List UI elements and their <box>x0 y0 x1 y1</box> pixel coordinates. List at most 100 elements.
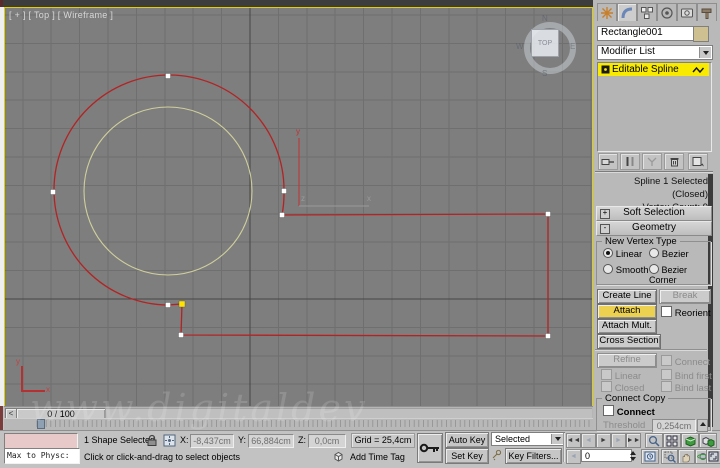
current-frame-field[interactable]: 0 <box>581 449 632 462</box>
configure-modifier-sets-button[interactable] <box>688 153 708 170</box>
viewcube-west-label[interactable]: W <box>516 42 524 51</box>
object-color-swatch[interactable] <box>693 26 709 42</box>
reorient-checkbox[interactable]: Reorient <box>661 306 711 319</box>
tab-modify[interactable] <box>617 3 637 21</box>
attach-button[interactable]: Attach <box>597 304 657 319</box>
maximize-viewport-toggle-button[interactable] <box>706 449 720 464</box>
y-coord-field[interactable]: 66,884cm <box>248 434 294 448</box>
key-mode-toggle-button[interactable]: ◄ <box>566 449 581 464</box>
refine-button[interactable]: Refine <box>597 353 657 368</box>
show-end-result-button[interactable] <box>620 153 640 170</box>
zoom-button[interactable] <box>645 433 663 448</box>
tab-motion[interactable] <box>657 3 677 21</box>
viewcube-south-label[interactable]: S <box>542 69 547 78</box>
z-coord-field[interactable]: 0,0cm <box>308 434 346 448</box>
viewcube-north-label[interactable]: N <box>542 14 548 23</box>
macro-recorder-pane[interactable] <box>4 433 78 449</box>
tab-create[interactable] <box>597 3 617 21</box>
maxscript-listener-pane[interactable]: Max to Physc: <box>4 448 80 464</box>
group-legend: New Vertex Type <box>602 236 680 247</box>
checkbox-icon[interactable] <box>601 381 612 392</box>
prompt-line: Click or click-and-drag to select object… <box>84 452 241 462</box>
stack-item-label: Editable Spline <box>612 64 679 75</box>
checkbox-icon[interactable] <box>603 405 614 416</box>
viewcube[interactable]: N S W E TOP <box>516 14 582 80</box>
isolate-cube-icon[interactable] <box>332 450 345 463</box>
connect-copy-checkbox[interactable]: Connect <box>603 405 655 418</box>
radio-linear[interactable]: Linear <box>603 248 642 260</box>
viewcube-top-face[interactable]: TOP <box>531 29 559 57</box>
attach-mult-button[interactable]: Attach Mult. <box>597 319 657 334</box>
rollout-geometry[interactable]: - Geometry <box>596 221 712 236</box>
go-to-start-button[interactable]: ◄◄ <box>566 433 581 448</box>
radio-icon[interactable] <box>649 248 659 258</box>
auto-key-button[interactable]: Auto Key <box>445 432 489 448</box>
threshold-field[interactable]: 0,254cm <box>652 419 696 433</box>
checkbox-icon[interactable] <box>661 306 672 317</box>
key-filters-button[interactable]: Key Filters... <box>505 448 562 464</box>
go-to-end-button[interactable]: ►► <box>626 433 641 448</box>
display-icon <box>681 8 693 17</box>
cross-section-button[interactable]: Cross Section <box>597 334 661 349</box>
checkbox-icon[interactable] <box>601 369 612 380</box>
selection-filter-dropdown[interactable]: Selected <box>491 432 565 446</box>
break-button[interactable]: Break <box>659 289 711 304</box>
rollout-soft-selection[interactable]: + Soft Selection <box>596 206 712 221</box>
key-filters-icon[interactable] <box>491 449 503 461</box>
viewcube-east-label[interactable]: E <box>570 42 575 51</box>
modifier-stack[interactable]: Editable Spline <box>597 62 712 152</box>
viewport-canvas[interactable]: y x z <box>5 8 592 406</box>
zoom-extents-all-button[interactable] <box>699 433 717 448</box>
green-cube-icon <box>685 435 695 447</box>
spinner-up-icon[interactable] <box>699 422 706 426</box>
radio-icon[interactable] <box>649 264 659 274</box>
play-button[interactable]: ► <box>596 433 611 448</box>
time-configuration-button[interactable] <box>641 449 659 464</box>
spinner-down-icon[interactable] <box>630 457 636 461</box>
tab-display[interactable] <box>677 3 697 21</box>
rollout-toggle[interactable]: - <box>600 224 610 234</box>
frame-spinner[interactable] <box>629 449 637 462</box>
x-coord-field[interactable]: -8,437cm <box>190 434 234 448</box>
radio-icon[interactable] <box>603 264 613 274</box>
remove-modifier-button[interactable] <box>664 153 684 170</box>
connect-checkbox[interactable]: Connect <box>661 355 710 368</box>
add-time-tag[interactable]: Add Time Tag <box>350 450 405 464</box>
checkbox-icon[interactable] <box>661 381 672 392</box>
create-line-button[interactable]: Create Line <box>597 289 657 304</box>
chevron-down-icon[interactable] <box>551 434 563 444</box>
viewport-label[interactable]: [ + ] [ Top ] [ Wireframe ] <box>9 10 113 20</box>
pan-button[interactable] <box>678 449 695 464</box>
spinner-up-icon[interactable] <box>630 451 636 455</box>
set-keys-button[interactable] <box>417 433 443 463</box>
absolute-offset-toggle-icon[interactable] <box>163 434 176 447</box>
tab-utilities[interactable] <box>697 3 717 21</box>
radio-icon[interactable] <box>603 248 613 258</box>
make-unique-button[interactable] <box>642 153 662 170</box>
viewport-top-wireframe[interactable]: y x z [ + ] [ Top ] [ Wireframe ] N S W E … <box>4 7 593 407</box>
object-name-field[interactable]: Rectangle001 <box>597 26 694 41</box>
previous-frame-button[interactable]: ◄ <box>581 433 596 448</box>
chevron-down-icon[interactable] <box>699 47 711 58</box>
checkbox-icon[interactable] <box>661 355 672 366</box>
bind-last-checkbox[interactable]: Bind last <box>661 381 711 394</box>
radio-bezier-corner[interactable]: Bezier Corner <box>649 264 710 285</box>
stack-item-editable-spline[interactable]: Editable Spline <box>598 63 709 76</box>
radio-bezier[interactable]: Bezier <box>649 248 689 260</box>
track-bar-ruler[interactable] <box>4 419 593 430</box>
pin-stack-button[interactable] <box>598 153 618 170</box>
selection-lock-icon[interactable] <box>146 434 158 447</box>
tab-hierarchy[interactable] <box>637 3 657 21</box>
next-frame-button[interactable]: ► <box>611 433 626 448</box>
trackbar-frame-marker[interactable] <box>37 419 45 429</box>
rollout-toggle[interactable]: + <box>600 209 610 219</box>
modifier-list-dropdown[interactable]: Modifier List <box>597 45 713 60</box>
zoom-all-button[interactable] <box>663 433 681 448</box>
set-key-button[interactable]: Set Key <box>445 448 489 464</box>
zoom-region-button[interactable] <box>661 449 678 464</box>
time-slider-track[interactable] <box>105 408 592 418</box>
threshold-spinner[interactable] <box>697 419 708 432</box>
checkbox-icon[interactable] <box>661 369 672 380</box>
zoom-extents-button[interactable] <box>681 433 699 448</box>
radio-smooth[interactable]: Smooth <box>603 264 649 276</box>
